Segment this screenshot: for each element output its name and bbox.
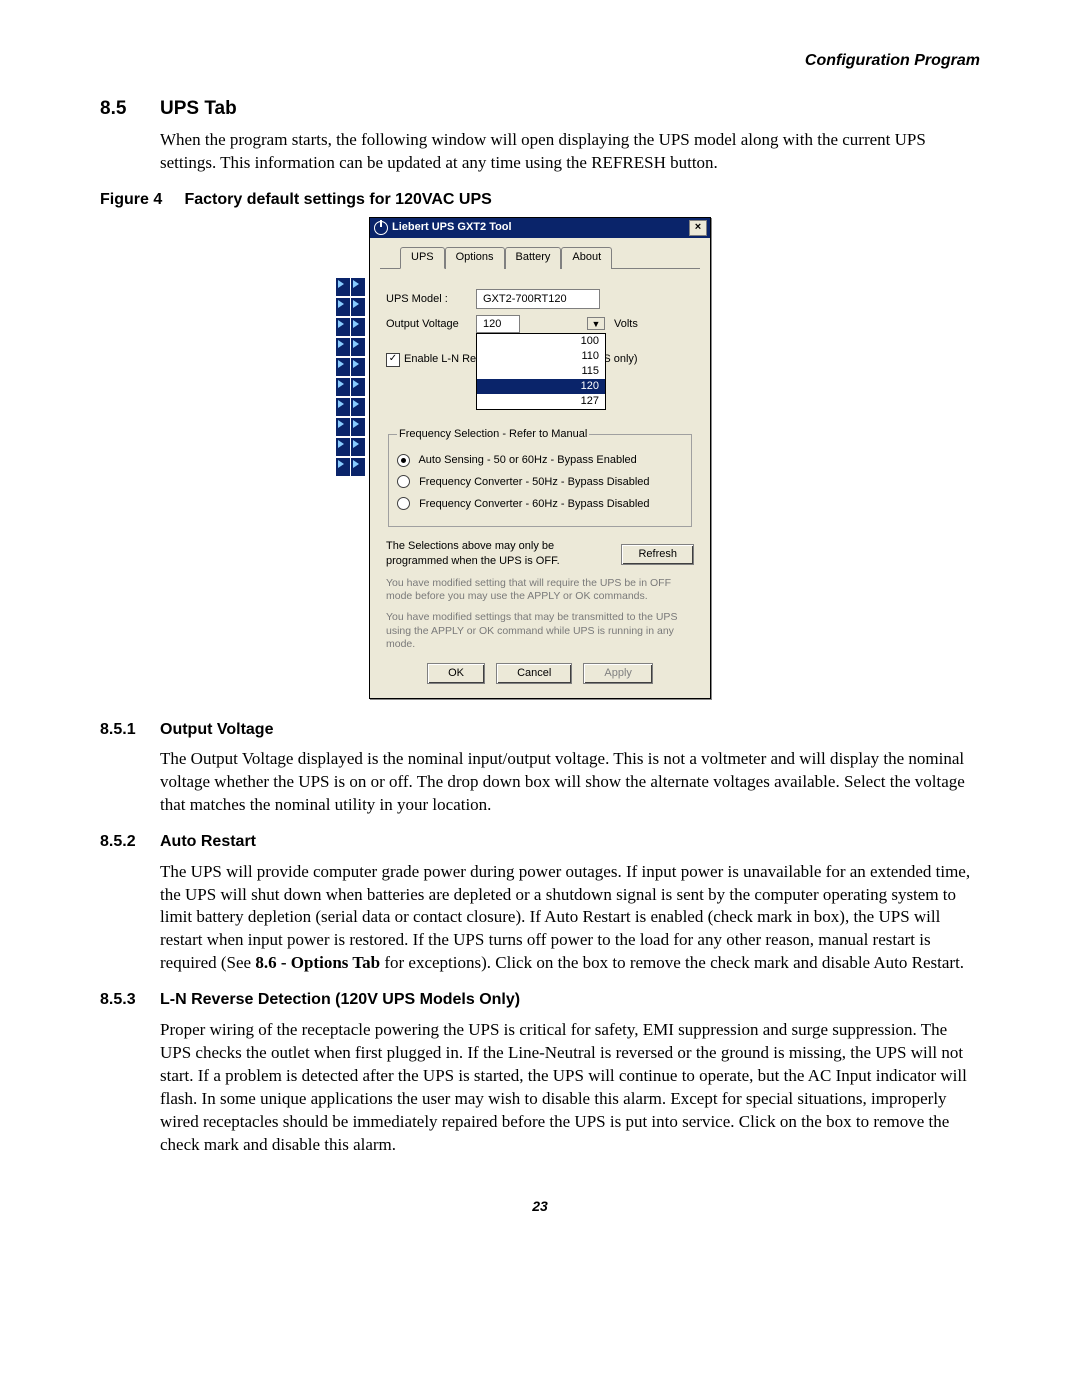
- tab-ups-body: UPS Model : GXT2-700RT120 Output Voltage…: [380, 275, 700, 688]
- figure-caption-text: Factory default settings for 120VAC UPS: [184, 191, 491, 208]
- tab-strip: UPS Options Battery About: [380, 246, 700, 269]
- freq-radio-50[interactable]: [397, 475, 410, 488]
- voltage-option[interactable]: 110: [477, 349, 605, 364]
- subsection-title: Output Voltage: [160, 719, 273, 741]
- output-voltage-label: Output Voltage: [386, 317, 476, 332]
- frequency-legend: Frequency Selection - Refer to Manual: [397, 427, 589, 442]
- dialog-button-row: OK Cancel Apply: [386, 663, 694, 684]
- refresh-button[interactable]: Refresh: [621, 544, 694, 565]
- dialog-title: Liebert UPS GXT2 Tool: [392, 220, 512, 235]
- voltage-option[interactable]: 115: [477, 364, 605, 379]
- close-button[interactable]: ×: [689, 220, 707, 236]
- freq-opt-auto: Auto Sensing - 50 or 60Hz - Bypass Enabl…: [418, 454, 636, 466]
- chevron-down-icon[interactable]: ▼: [587, 317, 605, 330]
- ups-model-label: UPS Model :: [386, 292, 476, 307]
- subsection-paragraph: The Output Voltage displayed is the nomi…: [160, 748, 980, 817]
- freq-radio-60[interactable]: [397, 497, 410, 510]
- subsection-number: 8.5.3: [100, 989, 160, 1011]
- figure-caption: Figure 4 Factory default settings for 12…: [100, 189, 980, 211]
- voltage-option[interactable]: 100: [477, 334, 605, 349]
- freq-radio-auto[interactable]: [397, 454, 410, 467]
- output-voltage-dropdown[interactable]: 120 ▼ 100 110 115 120 127: [476, 317, 606, 332]
- ok-button[interactable]: OK: [427, 663, 485, 684]
- subsection-paragraph: The UPS will provide computer grade powe…: [160, 861, 980, 976]
- status-msg-running-ok: You have modified settings that may be t…: [386, 611, 694, 650]
- voltage-option-selected[interactable]: 120: [477, 379, 605, 394]
- subsection-title: L-N Reverse Detection (120V UPS Models O…: [160, 989, 520, 1011]
- section-paragraph: When the program starts, the following w…: [160, 129, 980, 175]
- power-icon: [374, 221, 388, 235]
- dialog-titlebar: Liebert UPS GXT2 Tool ×: [370, 218, 710, 238]
- tab-options[interactable]: Options: [445, 247, 505, 269]
- voltage-option[interactable]: 127: [477, 394, 605, 409]
- enable-ln-checkbox[interactable]: ✓: [386, 353, 400, 367]
- freq-opt-60: Frequency Converter - 60Hz - Bypass Disa…: [419, 498, 649, 510]
- tab-battery[interactable]: Battery: [505, 247, 562, 269]
- page-header: Configuration Program: [100, 50, 980, 72]
- ups-model-value: GXT2-700RT120: [476, 289, 600, 310]
- section-title: UPS Tab: [160, 96, 237, 122]
- frequency-selection-group: Frequency Selection - Refer to Manual Au…: [388, 427, 692, 527]
- tab-ups[interactable]: UPS: [400, 247, 445, 269]
- freq-opt-50: Frequency Converter - 50Hz - Bypass Disa…: [419, 476, 649, 488]
- ups-config-dialog: Liebert UPS GXT2 Tool × UPS Options Batt…: [369, 217, 711, 699]
- subsection-paragraph: Proper wiring of the receptacle powering…: [160, 1019, 980, 1157]
- output-voltage-selected: 120: [476, 315, 520, 333]
- side-ruler: [336, 278, 366, 478]
- subsection-number: 8.5.1: [100, 719, 160, 741]
- output-voltage-options[interactable]: 100 110 115 120 127: [476, 333, 606, 409]
- subsection-number: 8.5.2: [100, 831, 160, 853]
- figure-label: Figure 4: [100, 191, 162, 208]
- cancel-button[interactable]: Cancel: [496, 663, 572, 684]
- section-number: 8.5: [100, 96, 160, 122]
- programming-note: The Selections above may only be program…: [386, 539, 560, 569]
- page-number: 23: [100, 1197, 980, 1216]
- subsection-title: Auto Restart: [160, 831, 256, 853]
- status-msg-off-required: You have modified setting that will requ…: [386, 577, 694, 603]
- volts-suffix: Volts: [614, 317, 638, 332]
- apply-button[interactable]: Apply: [583, 663, 653, 684]
- tab-about[interactable]: About: [561, 247, 612, 269]
